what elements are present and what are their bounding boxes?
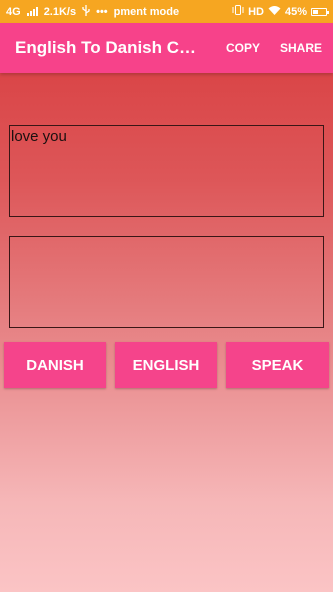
notification-text: pment mode (113, 5, 180, 18)
status-bar: 4G 2.1K/s ••• pment mode HD 45% (0, 0, 333, 23)
app-bar: English To Danish Co... COPY SHARE (0, 23, 333, 73)
usb-icon (82, 4, 90, 19)
english-input-field[interactable]: love you (9, 125, 324, 217)
screen: 4G 2.1K/s ••• pment mode HD 45% English … (0, 0, 333, 592)
status-left: 4G 2.1K/s ••• pment mode (6, 4, 232, 19)
english-button[interactable]: ENGLISH (115, 342, 217, 388)
signal-icon (26, 7, 38, 16)
wifi-icon (268, 5, 281, 18)
battery-fill (313, 9, 318, 14)
status-right: HD 45% (232, 5, 329, 18)
network-speed: 2.1K/s (43, 5, 77, 18)
danish-button[interactable]: DANISH (4, 342, 106, 388)
network-type-label: 4G (6, 5, 21, 18)
copy-button[interactable]: COPY (216, 41, 270, 55)
danish-output-field[interactable] (9, 236, 324, 328)
battery-percent: 45% (284, 5, 307, 18)
battery-icon (311, 7, 329, 16)
speak-button[interactable]: SPEAK (226, 342, 329, 388)
vibrate-icon (232, 5, 244, 18)
app-title: English To Danish Co... (15, 38, 202, 57)
hd-label: HD (248, 5, 264, 18)
overflow-dots: ••• (96, 5, 108, 18)
share-button[interactable]: SHARE (270, 41, 333, 55)
